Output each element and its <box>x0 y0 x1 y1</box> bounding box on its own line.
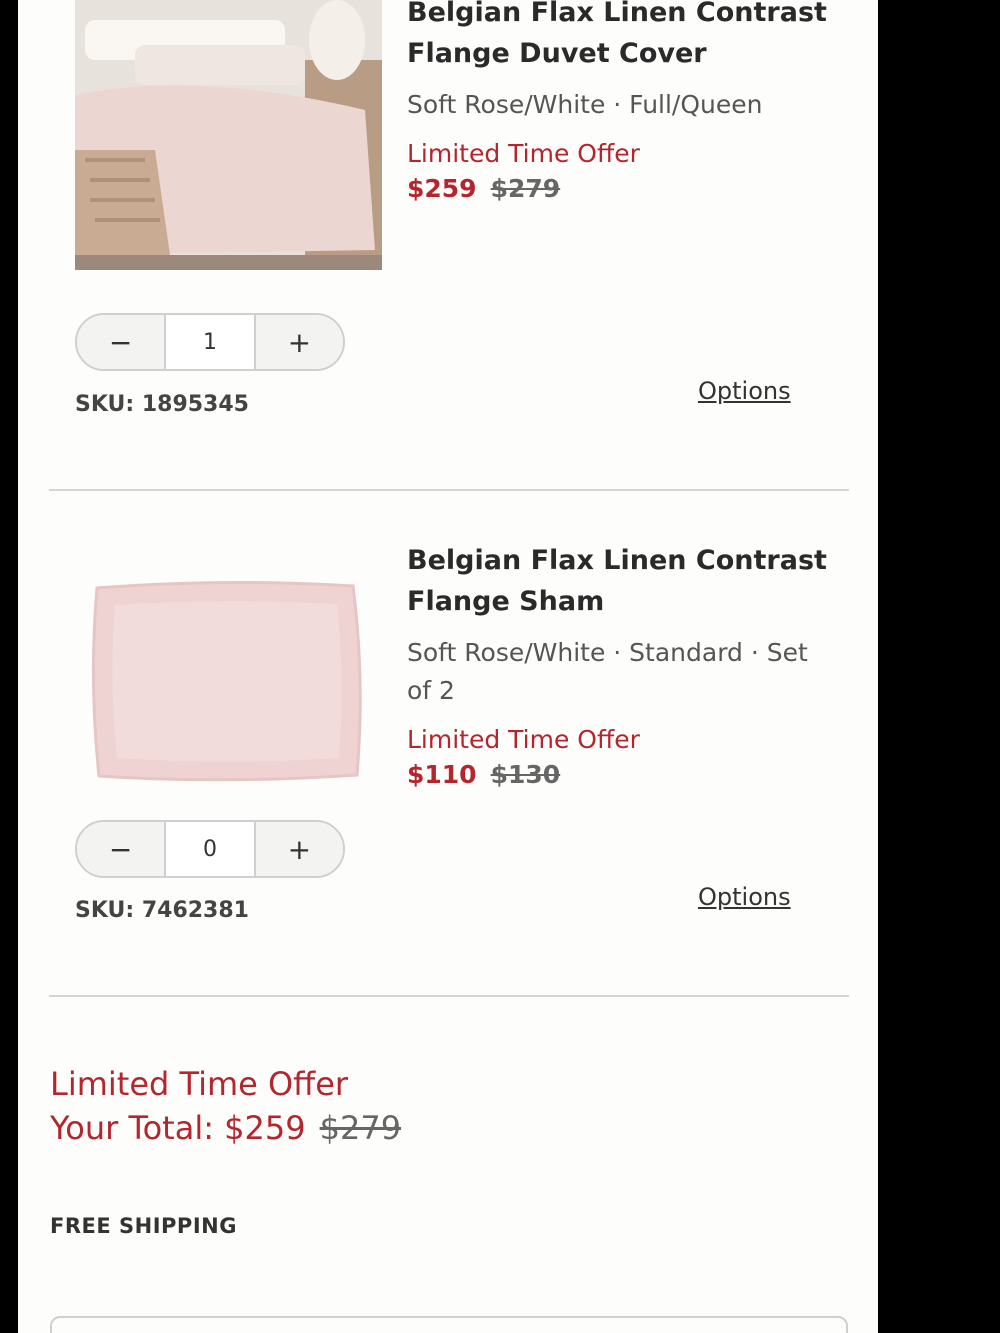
decrease-quantity-button[interactable]: − <box>77 315 165 369</box>
options-link[interactable]: Options <box>698 883 791 911</box>
free-shipping-label: FREE SHIPPING <box>50 1214 237 1238</box>
item-title[interactable]: Belgian Flax Linen Contrast Flange Sham <box>407 540 837 622</box>
item-variant: Soft Rose/White · Standard · Set of 2 <box>407 638 808 705</box>
item-sku: SKU: 7462381 <box>75 898 249 923</box>
divider <box>49 995 849 997</box>
increase-quantity-button[interactable]: + <box>255 315 343 369</box>
total-original-price: $279 <box>319 1109 402 1147</box>
quantity-value[interactable]: 1 <box>164 315 256 369</box>
price-current: $259 <box>407 174 477 203</box>
order-summary: Limited Time Offer Your Total: $259 $279 <box>50 1062 750 1150</box>
quantity-stepper: − 1 + <box>75 313 345 371</box>
item-prices: $110 $130 <box>407 758 837 792</box>
total-price: Your Total: $259 <box>50 1109 306 1147</box>
item-title[interactable]: Belgian Flax Linen Contrast Flange Duvet… <box>407 0 837 74</box>
quantity-stepper: − 0 + <box>75 820 345 878</box>
cart-panel: Belgian Flax Linen Contrast Flange Duvet… <box>18 0 878 1333</box>
divider <box>49 489 849 491</box>
duvet-bed-image[interactable] <box>75 0 382 270</box>
item-prices: $259 $279 <box>407 172 837 206</box>
item-sku: SKU: 1895345 <box>75 392 249 417</box>
decrease-quantity-button[interactable]: − <box>77 822 165 876</box>
item-info: Belgian Flax Linen Contrast Flange Duvet… <box>407 0 837 206</box>
summary-offer-label: Limited Time Offer <box>50 1065 349 1103</box>
price-original: $130 <box>490 760 561 789</box>
quantity-value[interactable]: 0 <box>164 822 256 876</box>
pillow-sham-image[interactable] <box>75 560 382 800</box>
offer-label: Limited Time Offer <box>407 139 640 168</box>
offer-label: Limited Time Offer <box>407 725 640 754</box>
price-original: $279 <box>490 174 561 203</box>
price-current: $110 <box>407 760 477 789</box>
item-info: Belgian Flax Linen Contrast Flange Sham … <box>407 540 837 792</box>
item-variant: Soft Rose/White · Full/Queen <box>407 90 763 119</box>
options-link[interactable]: Options <box>698 377 791 405</box>
bottom-container[interactable] <box>50 1316 848 1333</box>
increase-quantity-button[interactable]: + <box>255 822 343 876</box>
summary-total: Your Total: $259 $279 <box>50 1106 750 1150</box>
